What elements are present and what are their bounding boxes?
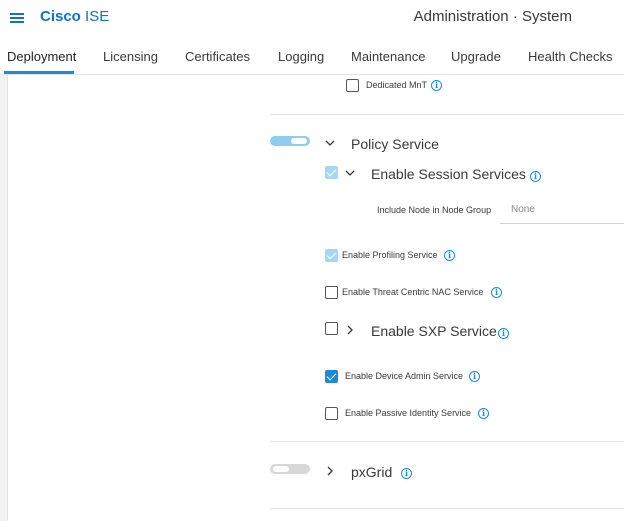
tab-health-checks[interactable]: Health Checks	[528, 49, 613, 65]
policy-service-label: Policy Service	[351, 136, 439, 152]
info-icon[interactable]: i	[431, 80, 442, 91]
tab-licensing[interactable]: Licensing	[103, 49, 158, 65]
enable-session-services-checkbox[interactable]	[325, 166, 338, 179]
enable-session-services-label: Enable Session Services	[371, 166, 526, 182]
chevron-right-icon[interactable]	[325, 466, 335, 476]
enable-passive-identity-label: Enable Passive Identity Service	[345, 408, 472, 418]
enable-sxp-checkbox[interactable]	[325, 322, 338, 335]
dedicated-mnt-label: Dedicated MnT	[366, 80, 428, 90]
tab-deployment[interactable]: Deployment	[7, 49, 76, 65]
enable-sxp-label: Enable SXP Service	[371, 323, 497, 339]
tab-upgrade[interactable]: Upgrade	[451, 49, 501, 65]
brand-name: Cisco	[40, 8, 81, 25]
enable-profiling-label: Enable Profiling Service	[342, 250, 438, 260]
info-icon[interactable]: i	[401, 468, 412, 479]
section-divider	[270, 441, 624, 442]
policy-service-toggle[interactable]	[270, 136, 310, 146]
left-navigation-pane	[0, 75, 8, 521]
node-group-select[interactable]: None	[500, 196, 624, 224]
chevron-down-icon[interactable]	[345, 168, 355, 178]
pxgrid-toggle[interactable]	[270, 464, 310, 474]
enable-threat-centric-checkbox[interactable]	[325, 286, 338, 299]
info-icon[interactable]: i	[478, 408, 489, 419]
hamburger-menu-icon[interactable]	[10, 13, 24, 23]
pxgrid-label: pxGrid	[351, 464, 393, 480]
brand-product: ISE	[85, 8, 110, 25]
enable-device-admin-checkbox[interactable]	[325, 370, 338, 383]
tab-certificates[interactable]: Certificates	[185, 49, 250, 65]
info-icon[interactable]: i	[498, 328, 509, 339]
node-group-label: Include Node in Node Group	[377, 205, 492, 215]
enable-threat-centric-label: Enable Threat Centric NAC Service	[342, 287, 484, 297]
info-icon[interactable]: i	[491, 287, 502, 298]
brand-logo[interactable]: Cisco ISE	[40, 8, 109, 26]
active-tab-indicator	[4, 71, 74, 74]
tab-bar: Deployment Licensing Certificates Loggin…	[0, 44, 624, 75]
section-divider	[270, 508, 624, 509]
page-context-title: Administration · System	[413, 8, 572, 25]
dedicated-mnt-checkbox[interactable]	[346, 79, 359, 92]
enable-passive-identity-checkbox[interactable]	[325, 407, 338, 420]
chevron-right-icon[interactable]	[345, 325, 355, 335]
section-divider	[270, 114, 624, 115]
tab-maintenance[interactable]: Maintenance	[351, 49, 425, 65]
enable-device-admin-label: Enable Device Admin Service	[345, 371, 464, 381]
tab-logging[interactable]: Logging	[278, 49, 324, 65]
chevron-down-icon[interactable]	[325, 138, 335, 148]
info-icon[interactable]: i	[530, 171, 541, 182]
app-header: Cisco ISE Administration · System	[0, 0, 624, 36]
info-icon[interactable]: i	[444, 250, 455, 261]
info-icon[interactable]: i	[469, 371, 480, 382]
enable-profiling-checkbox[interactable]	[325, 249, 338, 262]
